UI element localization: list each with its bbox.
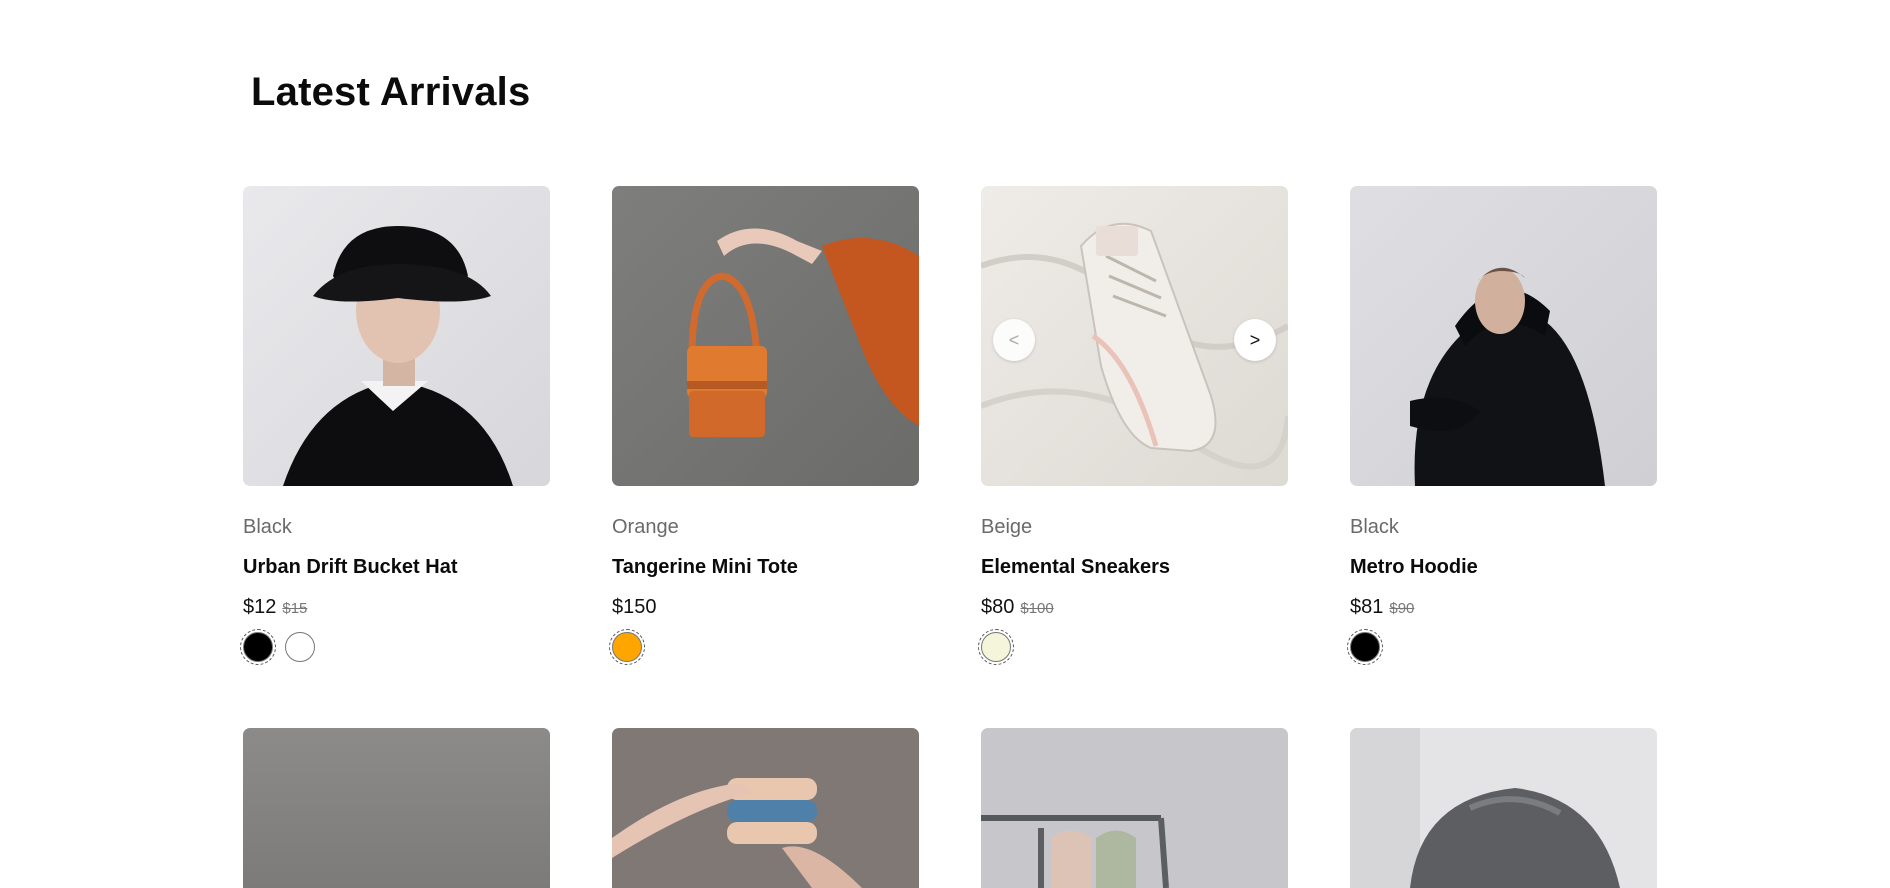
product-color-name: Black xyxy=(243,516,292,538)
product-price-row: $80 $100 xyxy=(981,596,1054,619)
carousel-prev-button[interactable]: < xyxy=(993,319,1035,361)
product-old-price: $90 xyxy=(1389,600,1415,617)
product-color-name: Orange xyxy=(612,516,679,538)
product-card-5[interactable] xyxy=(243,728,550,888)
product-price-row: $12 $15 xyxy=(243,596,307,619)
product-title[interactable]: Elemental Sneakers xyxy=(981,556,1170,579)
product-image[interactable] xyxy=(612,728,919,888)
product-card-3[interactable]: < > Beige Elemental Sneakers $80 $100 xyxy=(978,186,1288,665)
chevron-right-icon: > xyxy=(1249,329,1261,350)
product-image[interactable] xyxy=(981,728,1288,888)
color-swatches xyxy=(240,629,315,665)
product-old-price: $100 xyxy=(1020,600,1054,617)
product-old-price: $15 xyxy=(282,600,308,617)
product-card-7[interactable] xyxy=(981,728,1288,888)
product-price: $80 xyxy=(981,596,1015,618)
product-card-6[interactable] xyxy=(612,728,919,888)
product-card-2[interactable]: Orange Tangerine Mini Tote $150 xyxy=(609,186,919,665)
chevron-left-icon: < xyxy=(1008,329,1020,350)
product-title[interactable]: Tangerine Mini Tote xyxy=(612,556,798,579)
product-image[interactable] xyxy=(612,186,919,486)
carousel-next-button[interactable]: > xyxy=(1234,319,1276,361)
page-title: Latest Arrivals xyxy=(251,70,531,114)
product-image[interactable] xyxy=(1350,186,1657,486)
product-price: $12 xyxy=(243,596,277,618)
product-card-8[interactable] xyxy=(1350,728,1657,888)
product-color-name: Beige xyxy=(981,516,1033,538)
product-price: $150 xyxy=(612,596,657,618)
color-swatches xyxy=(978,629,1014,665)
color-swatch-beige[interactable] xyxy=(978,629,1014,665)
product-title[interactable]: Metro Hoodie xyxy=(1350,556,1478,579)
product-card-1[interactable]: Black Urban Drift Bucket Hat $12 $15 xyxy=(240,186,550,665)
product-image[interactable] xyxy=(1350,728,1657,888)
product-image[interactable] xyxy=(243,186,550,486)
product-price-row: $150 xyxy=(612,596,663,619)
product-title[interactable]: Urban Drift Bucket Hat xyxy=(243,556,457,579)
color-swatch-black[interactable] xyxy=(1347,629,1383,665)
product-card-4[interactable]: Black Metro Hoodie $81 $90 xyxy=(1347,186,1657,665)
product-price-row: $81 $90 xyxy=(1350,596,1414,619)
color-swatch-orange[interactable] xyxy=(609,629,645,665)
color-swatch-black[interactable] xyxy=(240,629,276,665)
product-image[interactable] xyxy=(243,728,550,888)
color-swatches xyxy=(609,629,645,665)
color-swatches xyxy=(1347,629,1383,665)
color-swatch-white[interactable] xyxy=(285,632,315,662)
product-price: $81 xyxy=(1350,596,1384,618)
product-color-name: Black xyxy=(1350,516,1399,538)
product-image[interactable]: < > xyxy=(981,186,1288,486)
